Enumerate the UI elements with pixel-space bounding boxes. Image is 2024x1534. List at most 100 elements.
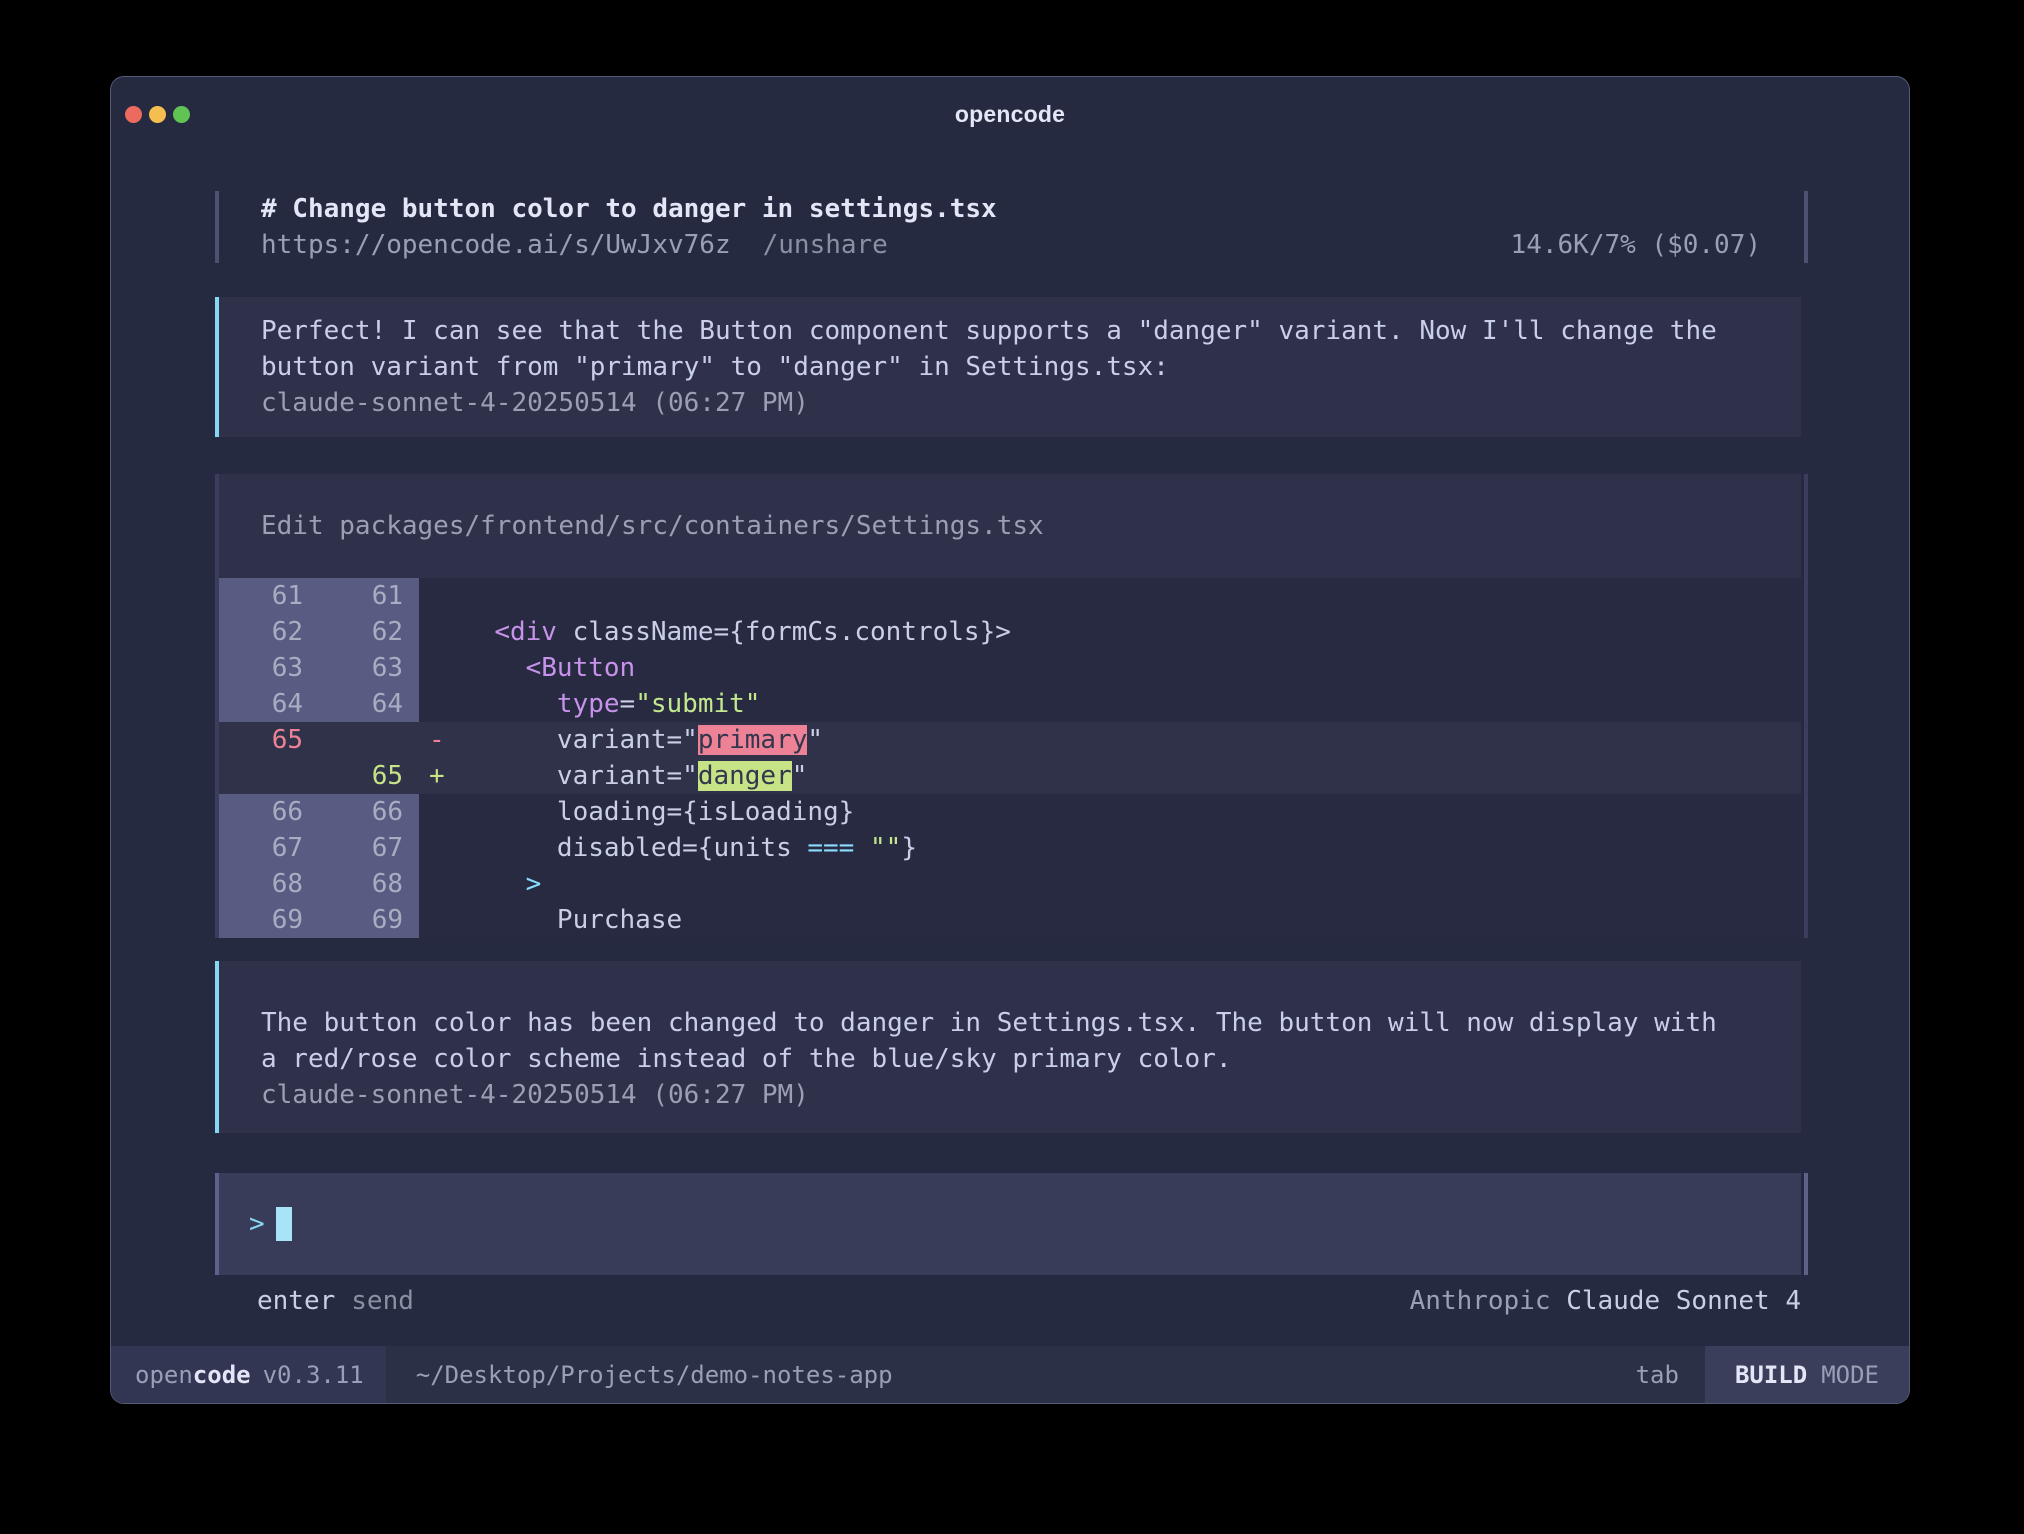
new-line-number: 68 [319,866,419,902]
code-segment: === [807,833,854,863]
diff-sign [419,830,463,866]
code-line: variant="danger" [463,758,807,794]
unshare-command[interactable]: /unshare [763,227,888,263]
app-name-open: open [135,1361,193,1389]
diff-sign [419,578,463,614]
send-hint-label: send [351,1285,414,1317]
new-line-number: 69 [319,902,419,938]
diff-sign: - [419,722,463,758]
message-text: The button color has been changed to dan… [261,1005,1761,1077]
code-line: Purchase [463,902,682,938]
mode-toggle-chip[interactable]: BUILD MODE [1705,1346,1909,1403]
code-segment: <Button [526,653,636,683]
prompt-line: > [249,1206,1801,1242]
diff-sign [419,614,463,650]
old-line-number [219,758,319,794]
code-segment: primary [698,725,808,755]
message-model-timestamp: claude-sonnet-4-20250514 (06:27 PM) [261,385,1761,421]
code-segment: " [792,761,808,791]
diff-row: 6868 > [219,866,1801,902]
code-line: > [463,866,541,902]
session-header: # Change button color to danger in setti… [215,191,1801,263]
code-segment [463,689,557,719]
statusbar-spacer [893,1346,1636,1403]
token-cost-stats: 14.6K/7% ($0.07) [1511,227,1761,263]
zoom-window-button[interactable] [173,106,190,123]
code-line: <Button [463,650,635,686]
code-segment: } [901,833,917,863]
code-line: disabled={units === ""} [463,830,917,866]
code-segment: danger [698,761,792,791]
code-segment: "submit" [635,689,760,719]
app-name-code: code [193,1361,251,1389]
code-segment: Purchase [463,905,682,935]
opencode-window: opencode # Change button color to danger… [110,76,1910,1404]
diff-row: 65+ variant="danger" [219,758,1801,794]
assistant-message-1: Perfect! I can see that the Button compo… [215,297,1801,437]
diff-row: 6262 <div className={formCs.controls}> [219,614,1801,650]
code-segment: = [620,689,636,719]
code-segment [463,617,494,647]
message-model-timestamp: claude-sonnet-4-20250514 (06:27 PM) [261,1077,1761,1113]
diff-row: 6666 loading={isLoading} [219,794,1801,830]
status-bar: opencode v0.3.11 ~/Desktop/Projects/demo… [111,1346,1909,1403]
edit-tool-card: Edit packages/frontend/src/containers/Se… [215,474,1801,938]
model-indicator: Anthropic Claude Sonnet 4 [1410,1285,1801,1317]
helper-row: enter send Anthropic Claude Sonnet 4 [215,1285,1801,1317]
prompt-chevron: > [249,1206,265,1242]
new-line-number [319,722,419,758]
mode-suffix: MODE [1821,1361,1879,1389]
code-segment: type [557,689,620,719]
model-provider: Anthropic [1410,1286,1551,1316]
diff-row: 6969 Purchase [219,902,1801,938]
old-line-number: 66 [219,794,319,830]
code-line: <div className={formCs.controls}> [463,614,1011,650]
model-name-text: Claude Sonnet 4 [1566,1286,1801,1316]
code-segment [854,833,870,863]
diff-sign [419,686,463,722]
prompt-input[interactable]: > [215,1173,1801,1275]
new-line-number: 62 [319,614,419,650]
session-share-url[interactable]: https://opencode.ai/s/UwJxv76z [261,227,731,263]
code-segment: <div [494,617,557,647]
new-line-number: 61 [319,578,419,614]
old-line-number: 62 [219,614,319,650]
diff-sign [419,794,463,830]
code-segment: variant=" [463,761,698,791]
app-version-chip: opencode v0.3.11 [111,1346,386,1403]
old-line-number: 64 [219,686,319,722]
title-bar: opencode [111,77,1909,135]
old-line-number: 68 [219,866,319,902]
diff-rows: 61616262 <div className={formCs.controls… [219,578,1801,938]
old-line-number: 61 [219,578,319,614]
code-segment: className={formCs.controls}> [557,617,1011,647]
diff-row: 6161 [219,578,1801,614]
code-segment: loading={isLoading} [463,797,854,827]
new-line-number: 67 [319,830,419,866]
working-directory: ~/Desktop/Projects/demo-notes-app [416,1346,893,1403]
diff-sign [419,650,463,686]
code-segment [463,869,526,899]
session-title-line: # Change button color to danger in setti… [261,191,1761,227]
new-line-number: 63 [319,650,419,686]
traffic-lights [125,106,190,123]
close-window-button[interactable] [125,106,142,123]
diff-row: 6767 disabled={units === ""} [219,830,1801,866]
diff-row: 6464 type="submit" [219,686,1801,722]
code-segment: disabled={units [463,833,807,863]
minimize-window-button[interactable] [149,106,166,123]
new-line-number: 64 [319,686,419,722]
diff-sign: + [419,758,463,794]
new-line-number: 65 [319,758,419,794]
diff-row: 65- variant="primary" [219,722,1801,758]
diff-row: 6363 <Button [219,650,1801,686]
code-segment: "" [870,833,901,863]
mode-name: BUILD [1735,1361,1807,1389]
code-line: variant="primary" [463,722,823,758]
code-line: type="submit" [463,686,760,722]
code-segment [463,653,526,683]
model-name: Claude Sonnet 4 [1566,1286,1801,1316]
old-line-number: 69 [219,902,319,938]
diff-sign [419,866,463,902]
assistant-message-2: The button color has been changed to dan… [215,961,1801,1133]
